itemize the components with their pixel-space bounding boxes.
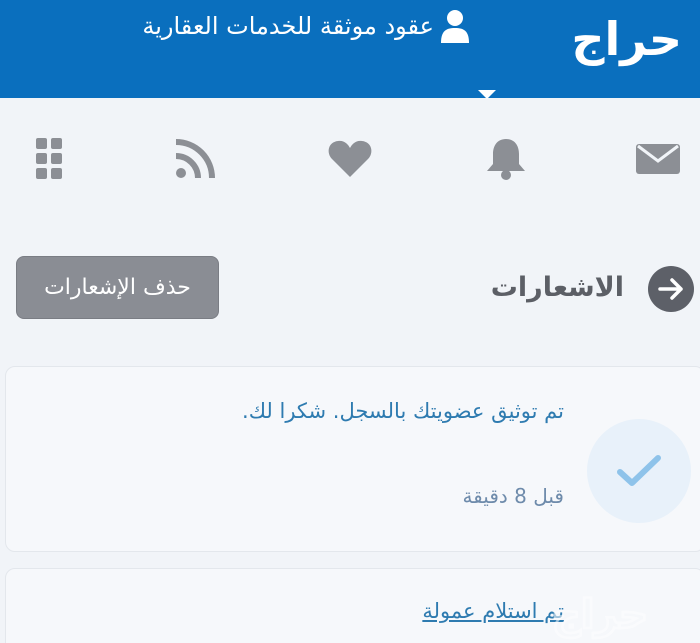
notification-text: تم توثيق عضويتك بالسجل. شكرا لك.: [242, 399, 564, 423]
app-header: حراج عقود موثقة للخدمات العقارية: [0, 0, 700, 99]
grid-icon[interactable]: [32, 134, 80, 182]
bell-icon[interactable]: [482, 134, 530, 182]
rss-icon[interactable]: [172, 134, 220, 182]
haraj-watermark: حراج: [551, 591, 650, 640]
haraj-logo[interactable]: حراج: [571, 16, 684, 62]
delete-notifications-button[interactable]: حذف الإشعارات: [16, 256, 219, 319]
notification-time: قبل 8 دقيقة: [462, 484, 564, 508]
back-button[interactable]: [648, 266, 694, 312]
notifications-header: الاشعارات حذف الإشعارات: [0, 250, 700, 330]
nav-icon-bar: [0, 98, 700, 218]
arrow-right-icon: [658, 278, 683, 300]
envelope-icon[interactable]: [634, 134, 682, 182]
check-icon: [617, 455, 661, 486]
page-title: الاشعارات: [490, 272, 624, 303]
account-label: عقود موثقة للخدمات العقارية: [142, 12, 434, 40]
notification-card[interactable]: تم توثيق عضويتك بالسجل. شكرا لك. قبل 8 د…: [5, 366, 700, 552]
account-link[interactable]: عقود موثقة للخدمات العقارية: [62, 6, 470, 46]
status-badge: [587, 419, 691, 523]
heart-icon[interactable]: [326, 134, 374, 182]
user-icon: [441, 10, 469, 43]
watermark-text: حراج: [552, 592, 648, 638]
